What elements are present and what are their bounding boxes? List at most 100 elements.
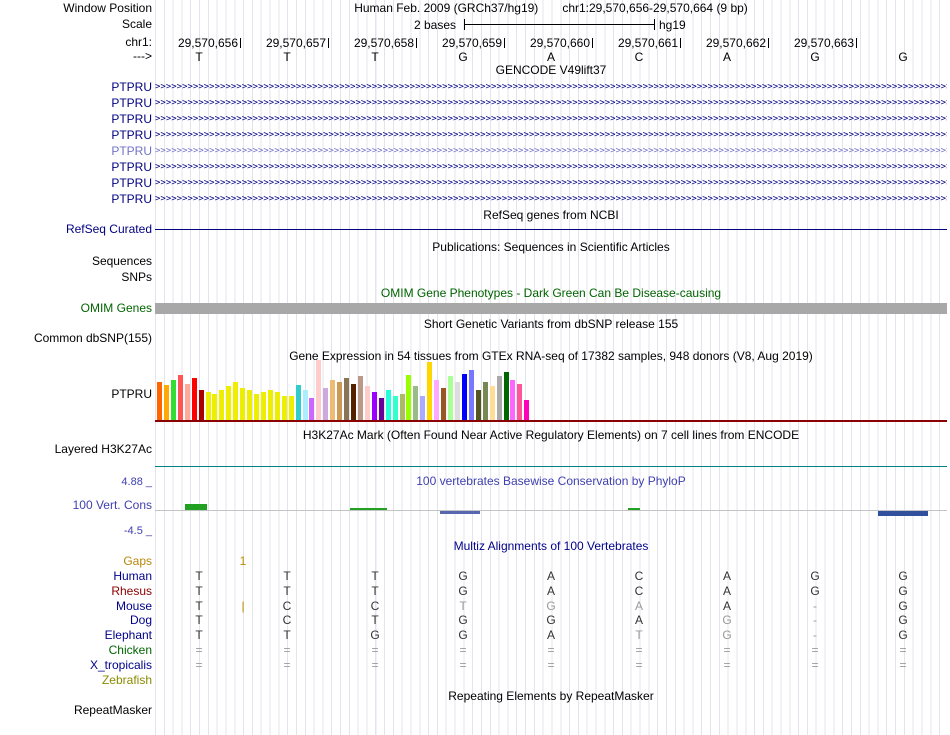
gtex-tissue-bar: [163, 385, 169, 420]
window-position-label: Window Position: [63, 1, 152, 15]
base-row[interactable]: TTTGACAGG: [0, 50, 950, 64]
alignment-base: C: [634, 584, 644, 598]
gtex-tissue-bar: [496, 376, 502, 420]
snps-label[interactable]: SNPs: [121, 271, 152, 284]
reference-base: T: [195, 50, 203, 64]
omim-gene-bar[interactable]: [155, 303, 947, 314]
phylop-segment: [350, 508, 387, 510]
species-label-rhesus[interactable]: Rhesus: [111, 585, 152, 598]
gtex-tissue-bar: [344, 378, 350, 420]
gtex-tissue-bar: [461, 374, 467, 420]
repeatmasker-label[interactable]: RepeatMasker: [74, 704, 152, 717]
dbsnp-label[interactable]: Common dbSNP(155): [34, 332, 152, 345]
alignment-base: -: [813, 628, 817, 642]
gtex-tissue-bar: [385, 390, 391, 420]
gene-model-row[interactable]: >>>>>>>>>>>>>>>>>>>>>>>>>>>>>>>>>>>>>>>>…: [155, 113, 947, 125]
ruler-tick: [856, 38, 857, 48]
header-title: Human Feb. 2009 (GRCh37/hg19) chr1:29,570…: [155, 2, 947, 15]
gene-label-ptpru[interactable]: PTPRU: [111, 177, 152, 190]
alignment-base: G: [722, 628, 732, 642]
gene-model-row[interactable]: >>>>>>>>>>>>>>>>>>>>>>>>>>>>>>>>>>>>>>>>…: [155, 81, 947, 93]
gtex-barchart[interactable]: [155, 358, 947, 420]
gtex-tissue-bar: [427, 362, 433, 420]
gtex-tissue-bar: [170, 380, 176, 420]
alignment-base: =: [283, 658, 291, 672]
gtex-tissue-bar: [330, 380, 336, 420]
gtex-tissue-bar: [399, 394, 405, 420]
gtex-gene-label[interactable]: PTPRU: [111, 388, 152, 401]
refseq-title: RefSeq genes from NCBI: [483, 208, 619, 222]
species-label-mouse[interactable]: Mouse: [116, 600, 152, 613]
alignment-base: A: [546, 569, 555, 583]
alignment-base: T: [195, 613, 203, 627]
species-label-chicken[interactable]: Chicken: [109, 644, 152, 657]
genome-tag: hg19: [659, 18, 686, 32]
alignment-base: =: [195, 658, 203, 672]
gene-model-row[interactable]: >>>>>>>>>>>>>>>>>>>>>>>>>>>>>>>>>>>>>>>>…: [155, 129, 947, 141]
gtex-tissue-bar: [517, 384, 523, 420]
species-label-human[interactable]: Human: [113, 570, 152, 583]
publications-title: Publications: Sequences in Scientific Ar…: [432, 240, 670, 254]
gtex-tissue-bar: [420, 396, 426, 420]
gene-model-row[interactable]: >>>>>>>>>>>>>>>>>>>>>>>>>>>>>>>>>>>>>>>>…: [155, 145, 947, 157]
gene-label-ptpru[interactable]: PTPRU: [111, 161, 152, 174]
species-label-zebrafish[interactable]: Zebrafish: [102, 674, 152, 687]
alignment-base: =: [459, 643, 467, 657]
gtex-tissue-bar: [510, 380, 516, 420]
alignment-base: T: [283, 584, 291, 598]
alignment-base: =: [195, 643, 203, 657]
gene-model-row[interactable]: >>>>>>>>>>>>>>>>>>>>>>>>>>>>>>>>>>>>>>>>…: [155, 177, 947, 189]
gene-model-row[interactable]: >>>>>>>>>>>>>>>>>>>>>>>>>>>>>>>>>>>>>>>>…: [155, 161, 947, 173]
alignment-base: =: [811, 643, 819, 657]
alignment-base: =: [899, 643, 907, 657]
ruler-coordinate: 29,570,662: [685, 36, 769, 50]
alignment-base: =: [283, 643, 291, 657]
alignment-base: T: [195, 599, 203, 613]
species-label-dog[interactable]: Dog: [130, 614, 152, 627]
vert-cons-label[interactable]: 100 Vert. Cons: [73, 499, 152, 512]
gtex-tissue-bar: [240, 388, 246, 420]
gene-model-row[interactable]: >>>>>>>>>>>>>>>>>>>>>>>>>>>>>>>>>>>>>>>>…: [155, 97, 947, 109]
species-label-x_tropicalis[interactable]: X_tropicalis: [90, 659, 152, 672]
alignment-base: =: [723, 658, 731, 672]
refseq-gene-line[interactable]: [155, 229, 947, 230]
repeatmasker-title: Repeating Elements by RepeatMasker: [448, 689, 654, 703]
refseq-curated-label[interactable]: RefSeq Curated: [66, 223, 152, 236]
alignment-base: =: [371, 643, 379, 657]
reference-base: G: [898, 50, 908, 64]
ruler-coordinate: 29,570,659: [421, 36, 505, 50]
ruler-tick: [240, 38, 241, 48]
alignment-base: T: [195, 569, 203, 583]
gtex-tissue-bar: [184, 384, 190, 420]
alignment-base: G: [722, 613, 732, 627]
alignment-base: G: [810, 569, 820, 583]
gtex-tissue-bar: [309, 398, 315, 420]
gene-label-ptpru[interactable]: PTPRU: [111, 193, 152, 206]
omim-genes-label[interactable]: OMIM Genes: [81, 302, 152, 315]
gtex-tissue-bar: [295, 385, 301, 420]
gtex-tissue-bar: [254, 394, 260, 420]
gene-label-ptpru[interactable]: PTPRU: [111, 145, 152, 158]
alignment-base: =: [371, 658, 379, 672]
alignment-base: =: [635, 658, 643, 672]
gene-label-ptpru[interactable]: PTPRU: [111, 113, 152, 126]
gene-label-ptpru[interactable]: PTPRU: [111, 129, 152, 142]
ruler-coordinate: 29,570,663: [773, 36, 857, 50]
phylop-segment: [440, 511, 480, 514]
alignment-base: G: [458, 569, 468, 583]
alignment-base: G: [370, 628, 380, 642]
species-label-elephant[interactable]: Elephant: [105, 629, 152, 642]
gene-label-ptpru[interactable]: PTPRU: [111, 81, 152, 94]
ruler-coordinate: 29,570,658: [333, 36, 417, 50]
gencode-title: GENCODE V49lift37: [495, 63, 607, 77]
alignment-base: G: [898, 599, 908, 613]
sequences-label[interactable]: Sequences: [92, 255, 152, 268]
ruler-row[interactable]: 29,570,656 29,570,657 29,570,658 29,570,659…: [0, 36, 950, 50]
gene-model-row[interactable]: >>>>>>>>>>>>>>>>>>>>>>>>>>>>>>>>>>>>>>>>…: [155, 193, 947, 205]
gene-label-ptpru[interactable]: PTPRU: [111, 97, 152, 110]
gtex-tissue-bar: [226, 386, 232, 420]
gtex-tissue-bar: [260, 392, 266, 420]
species-label-gaps[interactable]: Gaps: [123, 555, 152, 568]
gtex-baseline: [155, 420, 947, 422]
h3k27ac-label[interactable]: Layered H3K27Ac: [55, 443, 152, 456]
